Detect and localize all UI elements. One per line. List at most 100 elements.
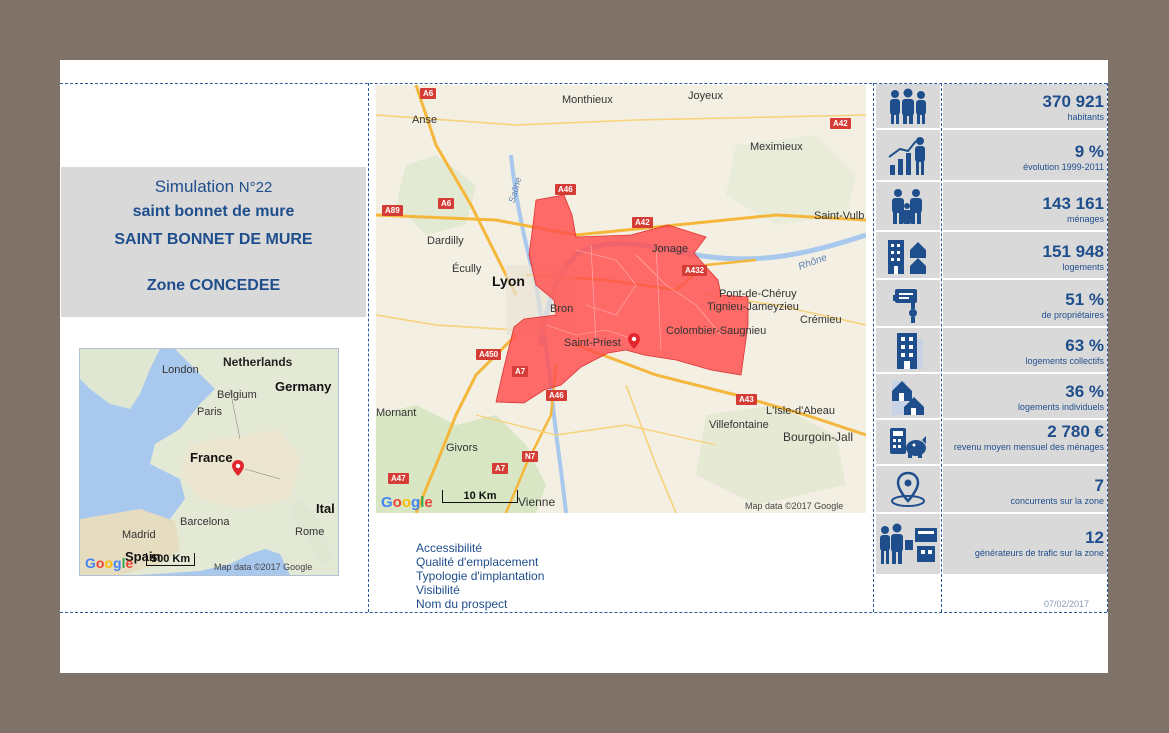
mini-map-scale: 500 Km bbox=[146, 553, 196, 566]
place-givors: Givors bbox=[446, 442, 478, 454]
stat-value: 36 % bbox=[1065, 382, 1104, 401]
stat-value: 143 161 bbox=[1042, 194, 1104, 213]
map-pin-icon[interactable] bbox=[232, 460, 244, 476]
stat-label: logements bbox=[1062, 262, 1104, 272]
stat-dwellings: 151 948 logements bbox=[943, 232, 1107, 278]
stat-label: générateurs de trafic sur la zone bbox=[974, 548, 1104, 558]
place-mornant: Mornant bbox=[376, 407, 417, 419]
main-map-scale: 10 Km bbox=[442, 490, 518, 503]
place-saint-vulb: Saint-Vulb bbox=[814, 210, 865, 222]
simulation-title: Simulation N°22 bbox=[154, 177, 273, 196]
place-saint-priest: Saint-Priest bbox=[564, 337, 621, 349]
place-jonage: Jonage bbox=[652, 243, 689, 255]
stat-owners: 51 % de propriétaires bbox=[943, 280, 1107, 326]
place-dardilly: Dardilly bbox=[427, 235, 464, 247]
label-netherlands: Netherlands bbox=[223, 355, 293, 369]
factor-visibility: Visibilité bbox=[416, 583, 460, 597]
grid-line-bottom bbox=[60, 612, 1107, 613]
factor-prospect-name: Nom du prospect bbox=[416, 597, 508, 611]
stat-label: habitants bbox=[1067, 112, 1104, 122]
main-map-attribution: Map data ©2017 Google bbox=[745, 501, 844, 511]
place-colombier-saugnieu: Colombier-Saugnieu bbox=[666, 325, 767, 337]
label-italy: Ital bbox=[316, 501, 335, 516]
place-tignieu: Tignieu-Jameyzieu bbox=[707, 301, 799, 313]
road-a432: A432 bbox=[682, 265, 708, 276]
stat-individual: 36 % logements individuels bbox=[943, 374, 1107, 418]
place-joyeux: Joyeux bbox=[688, 90, 723, 102]
place-isle-dabeau: L'Isle-d'Abeau bbox=[766, 405, 836, 417]
label-france: France bbox=[190, 450, 233, 465]
road-a46-south: A46 bbox=[546, 390, 567, 401]
label-paris: Paris bbox=[197, 406, 223, 418]
stat-competitors: 7 concurrents sur la zone bbox=[943, 466, 1107, 512]
road-a450: A450 bbox=[476, 349, 502, 360]
label-london: London bbox=[162, 364, 199, 376]
stat-label: logements collectifs bbox=[1025, 356, 1104, 366]
traffic-icon bbox=[876, 514, 940, 574]
google-logo: Google bbox=[85, 555, 134, 571]
road-a7-mid: A7 bbox=[512, 366, 529, 377]
label-rome: Rome bbox=[295, 526, 325, 538]
factor-accessibility: Accessibilité bbox=[416, 541, 483, 555]
place-bron: Bron bbox=[550, 303, 574, 315]
stat-label: ménages bbox=[1066, 214, 1104, 224]
google-logo-main: Google bbox=[381, 494, 433, 511]
place-vienne: Vienne bbox=[518, 495, 556, 509]
europe-map[interactable]: Netherlands London Germany Belgium Paris… bbox=[79, 348, 339, 576]
commune-name: saint bonnet de mure bbox=[132, 203, 295, 220]
road-a42-east: A42 bbox=[830, 118, 851, 129]
label-barcelona: Barcelona bbox=[180, 516, 230, 528]
road-a7-south: A7 bbox=[492, 463, 509, 474]
population-icon bbox=[876, 84, 940, 128]
factor-typology: Typologie d'implantation bbox=[416, 569, 545, 583]
house-icon bbox=[876, 374, 940, 418]
stat-label: logements individuels bbox=[1017, 402, 1104, 412]
site-pin-icon[interactable] bbox=[628, 333, 640, 349]
place-lyon: Lyon bbox=[492, 273, 525, 289]
road-a89: A89 bbox=[382, 205, 403, 216]
place-villefontaine: Villefontaine bbox=[709, 419, 769, 431]
place-bourgoin-jallieu: Bourgoin-Jall bbox=[783, 430, 854, 444]
lyon-map[interactable]: Monthieux Joyeux Anse Meximieux Saint-Vu… bbox=[376, 85, 866, 513]
label-belgium: Belgium bbox=[217, 389, 257, 401]
buildings-icon bbox=[876, 232, 940, 278]
stat-value: 151 948 bbox=[1042, 242, 1104, 261]
stat-households: 143 161 ménages bbox=[943, 182, 1107, 230]
factors-list: Accessibilité Qualité d'emplacement Typo… bbox=[416, 541, 544, 611]
location-icon bbox=[876, 466, 940, 512]
place-meximieux: Meximieux bbox=[750, 141, 803, 153]
road-a6-mid: A6 bbox=[438, 198, 455, 209]
place-ecully: Écully bbox=[452, 263, 482, 275]
simulation-box: Simulation N°22 saint bonnet de mure SAI… bbox=[61, 167, 366, 317]
apartment-icon bbox=[876, 328, 940, 372]
road-a43: A43 bbox=[736, 394, 757, 405]
label-madrid: Madrid bbox=[122, 529, 156, 541]
stat-value: 9 % bbox=[1074, 142, 1104, 161]
grid-line-left bbox=[368, 83, 369, 612]
stat-value: 2 780 € bbox=[1047, 422, 1104, 441]
stat-value: 7 bbox=[1094, 476, 1104, 495]
stat-value: 63 % bbox=[1065, 336, 1104, 355]
place-pont-de-cheruy: Pont-de-Chéruy bbox=[719, 288, 797, 300]
grid-line-mid bbox=[873, 83, 874, 612]
stat-value: 12 bbox=[1085, 528, 1104, 547]
zone-type: Zone CONCEDEE bbox=[146, 277, 281, 294]
road-a42-mid: A42 bbox=[632, 217, 653, 228]
stat-growth: 9 % évolution 1999-2011 bbox=[943, 130, 1107, 180]
report-date: 07/02/2017 bbox=[1044, 599, 1090, 609]
grid-line-edge bbox=[1107, 83, 1108, 612]
stat-label: concurrents sur la zone bbox=[1010, 496, 1104, 506]
road-n7: N7 bbox=[522, 451, 539, 462]
factor-location-quality: Qualité d'emplacement bbox=[416, 555, 539, 569]
stat-value: 51 % bbox=[1065, 290, 1104, 309]
owner-icon bbox=[876, 280, 940, 326]
stat-collective: 63 % logements collectifs bbox=[943, 328, 1107, 372]
mini-map-attribution: Map data ©2017 Google bbox=[214, 562, 313, 572]
growth-icon bbox=[876, 130, 940, 180]
stat-label: de propriétaires bbox=[1041, 310, 1104, 320]
stat-value: 370 921 bbox=[1042, 92, 1104, 111]
stat-traffic: 12 générateurs de trafic sur la zone bbox=[943, 514, 1107, 574]
road-a47: A47 bbox=[388, 473, 409, 484]
commune-name-upper: SAINT BONNET DE MURE bbox=[114, 231, 313, 248]
stat-population: 370 921 habitants bbox=[943, 84, 1107, 128]
